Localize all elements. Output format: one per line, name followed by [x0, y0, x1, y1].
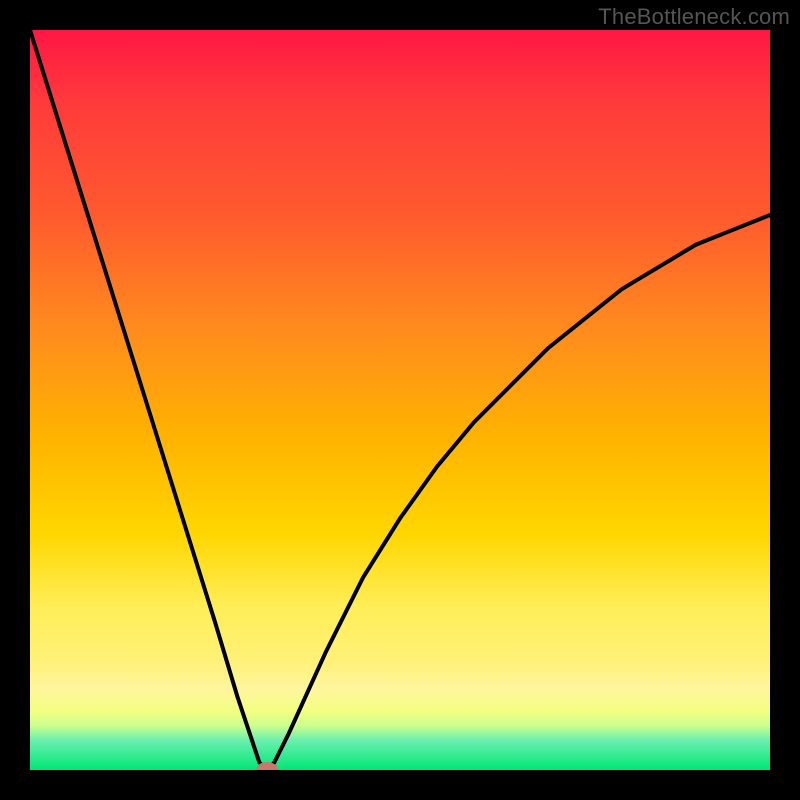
bottleneck-curve: [30, 30, 770, 770]
watermark-text: TheBottleneck.com: [598, 4, 790, 30]
plot-area: [30, 30, 770, 770]
chart-frame: TheBottleneck.com: [0, 0, 800, 800]
